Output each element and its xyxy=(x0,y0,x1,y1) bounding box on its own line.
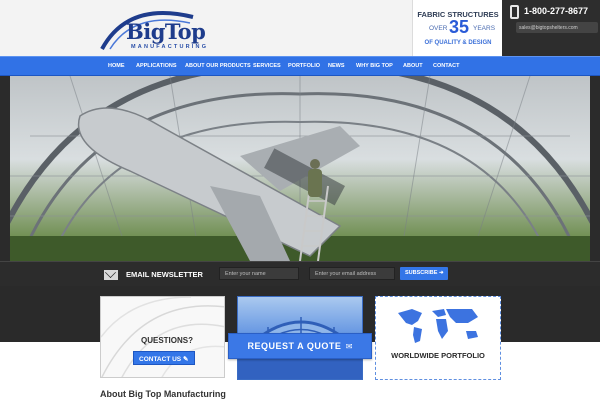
contact-us-button[interactable]: CONTACT US ✎ xyxy=(133,351,195,365)
site-header: BigTop MANUFACTURING FABRIC STRUCTURES O… xyxy=(0,0,600,56)
logo-subtitle: MANUFACTURING xyxy=(131,44,209,50)
promo-tagline: OF QUALITY & DESIGN xyxy=(424,40,492,46)
arrow-right-icon: ➜ xyxy=(438,270,444,276)
newsletter-bar: EMAIL NEWSLETTER Enter your name Enter y… xyxy=(0,261,600,286)
portfolio-card[interactable]: WORLDWIDE PORTFOLIO xyxy=(375,296,501,380)
promo-years-label: YEARS xyxy=(473,25,496,32)
bigtop-logo[interactable]: BigTop MANUFACTURING xyxy=(98,7,216,51)
hero-image xyxy=(10,76,590,261)
nav-item-applications[interactable]: APPLICATIONS xyxy=(136,57,177,77)
experience-promo: FABRIC STRUCTURES OVER 35 YEARS OF QUALI… xyxy=(412,0,502,56)
phone-icon xyxy=(510,5,519,19)
nav-item-portfolio[interactable]: PORTFOLIO xyxy=(288,57,320,77)
nav-item-home[interactable]: HOME xyxy=(108,57,125,77)
phone-number[interactable]: 1-800-277-8677 xyxy=(524,6,588,16)
hangar-jet-illustration xyxy=(10,76,590,261)
nav-item-about[interactable]: ABOUT xyxy=(403,57,423,77)
about-heading: About Big Top Manufacturing xyxy=(100,389,226,399)
promo-over: OVER xyxy=(429,25,448,32)
logo-wordmark: BigTop xyxy=(126,19,206,44)
nav-item-why-big-top[interactable]: WHY BIG TOP xyxy=(356,57,393,77)
contact-us-label: CONTACT US xyxy=(139,356,182,363)
world-map-icon xyxy=(398,309,478,343)
newsletter-title: EMAIL NEWSLETTER xyxy=(126,270,203,279)
edit-icon: ✎ xyxy=(182,356,189,363)
portfolio-title: WORLDWIDE PORTFOLIO xyxy=(391,351,485,360)
main-nav: HOME APPLICATIONS ABOUT OUR PRODUCTS SER… xyxy=(0,56,600,76)
request-quote-label: REQUEST A QUOTE xyxy=(247,341,342,351)
hero-banner xyxy=(0,76,600,261)
request-quote-button[interactable]: REQUEST A QUOTE ✉ xyxy=(228,333,372,359)
subscribe-label: SUBSCRIBE xyxy=(405,270,438,276)
nav-item-services[interactable]: SERVICES xyxy=(253,57,281,77)
questions-title: QUESTIONS? xyxy=(141,336,194,345)
chat-icon: ✉ xyxy=(345,342,353,351)
newsletter-email-input[interactable]: Enter your email address xyxy=(309,267,395,280)
header-contact: 1-800-277-8677 sales@bigtopshelters.com xyxy=(502,0,600,56)
promo-years-number: 35 xyxy=(449,17,470,37)
envelope-icon xyxy=(104,270,118,280)
subscribe-button[interactable]: SUBSCRIBE ➜ xyxy=(400,267,448,280)
nav-item-news[interactable]: NEWS xyxy=(328,57,345,77)
nav-item-contact[interactable]: CONTACT xyxy=(433,57,459,77)
questions-card[interactable]: QUESTIONS? CONTACT US ✎ xyxy=(100,296,225,378)
newsletter-name-input[interactable]: Enter your name xyxy=(219,267,299,280)
nav-item-about-our-products[interactable]: ABOUT OUR PRODUCTS xyxy=(185,57,251,77)
page: BigTop MANUFACTURING FABRIC STRUCTURES O… xyxy=(0,0,600,403)
email-link[interactable]: sales@bigtopshelters.com xyxy=(516,22,598,33)
